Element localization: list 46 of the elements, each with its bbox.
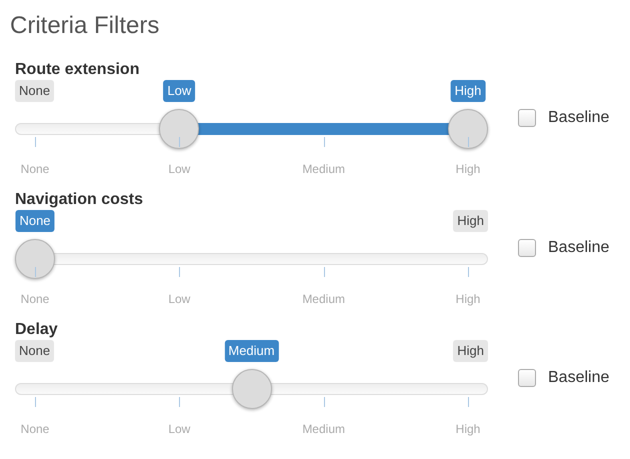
panel-title: Criteria Filters xyxy=(10,11,160,41)
filter-label: Delay xyxy=(15,320,59,340)
filter-label: Route extension xyxy=(15,60,140,80)
tick-mark xyxy=(35,397,36,407)
tick-label: None xyxy=(20,422,50,436)
checkbox-label: Baseline xyxy=(548,369,610,387)
tick-label: Medium xyxy=(302,292,345,306)
tick-mark xyxy=(35,137,36,147)
value-label: High xyxy=(450,80,486,102)
baseline-checkbox[interactable] xyxy=(518,109,536,127)
tick-mark xyxy=(324,267,325,277)
tick-mark xyxy=(179,397,180,407)
tick-label: Medium xyxy=(302,162,345,176)
slider-handle[interactable] xyxy=(448,109,488,149)
bound-label: None xyxy=(15,80,54,102)
tick-label: Medium xyxy=(302,422,345,436)
baseline-checkbox[interactable] xyxy=(518,369,536,387)
tick-label: None xyxy=(20,162,50,176)
tick-mark xyxy=(324,137,325,147)
bound-label: High xyxy=(453,210,488,232)
tick-mark xyxy=(179,267,180,277)
checkbox-label: Baseline xyxy=(548,239,610,257)
bound-label: None xyxy=(15,340,54,362)
tick-mark xyxy=(468,137,469,147)
tick-mark xyxy=(35,267,36,277)
bound-label: High xyxy=(453,340,488,362)
value-label: Medium xyxy=(224,340,279,362)
slider-handle[interactable] xyxy=(15,239,55,279)
tick-label: None xyxy=(20,292,50,306)
checkbox-label: Baseline xyxy=(548,109,610,127)
baseline-checkbox[interactable] xyxy=(518,239,536,257)
tick-label: Low xyxy=(168,162,190,176)
value-label: None xyxy=(15,210,55,232)
slider-handle[interactable] xyxy=(232,369,272,409)
tick-label: High xyxy=(456,162,480,176)
tick-label: High xyxy=(456,422,480,436)
filter-label: Navigation costs xyxy=(15,190,144,210)
tick-mark xyxy=(179,137,180,147)
tick-mark xyxy=(324,397,325,407)
tick-label: Low xyxy=(168,422,190,436)
tick-mark xyxy=(468,267,469,277)
tick-label: High xyxy=(456,292,480,306)
slider-handle[interactable] xyxy=(159,109,200,149)
tick-label: Low xyxy=(168,292,190,306)
tick-mark xyxy=(468,397,469,407)
value-label: Low xyxy=(163,80,196,102)
